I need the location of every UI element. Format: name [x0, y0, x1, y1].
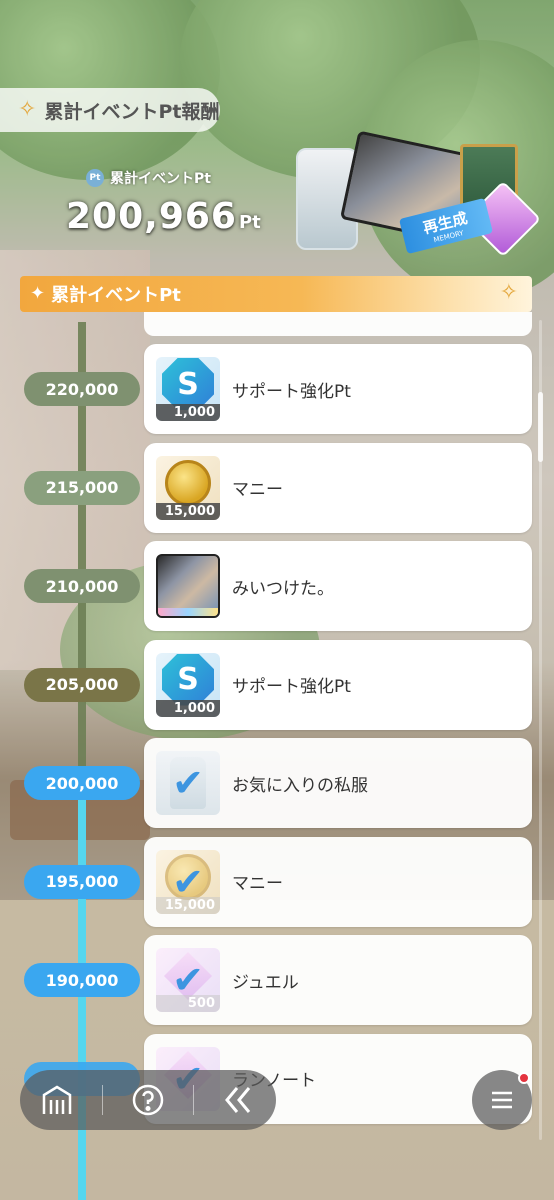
- reward-name: みいつけた。: [232, 578, 334, 599]
- checkmark-icon: ✔: [172, 761, 204, 805]
- support-pt-icon: S 1,000: [156, 357, 220, 421]
- coin-emblem: [165, 459, 211, 506]
- reward-card[interactable]: みいつけた。: [144, 541, 532, 631]
- points-label-row: Pt 累計イベントPt: [86, 168, 211, 188]
- milestone-badge: 195,000: [24, 864, 140, 899]
- quantity-label: 1,000: [156, 404, 220, 421]
- menu-icon: [492, 1091, 512, 1109]
- back-icon: [224, 1087, 250, 1113]
- memory-photo-icon: [156, 554, 220, 618]
- money-coin-icon: 15,000 ✔: [156, 849, 220, 914]
- points-total: 200,966 Pt: [66, 196, 261, 237]
- nav-divider: [192, 1085, 194, 1115]
- milestone-badge: 215,000: [24, 470, 140, 505]
- reward-row: 190,000 500 ✔ ジュエル: [0, 935, 554, 1025]
- points-unit: Pt: [238, 212, 261, 233]
- milestone-badge: 210,000: [24, 569, 140, 603]
- reward-row: 220,000 S 1,000 サポート強化Pt: [0, 344, 554, 434]
- reward-card[interactable]: S 1,000 サポート強化Pt: [144, 639, 532, 730]
- reward-row: 210,000 みいつけた。: [0, 541, 554, 631]
- reward-card[interactable]: 15,000 マニー: [144, 442, 532, 533]
- checkmark-icon: ✔: [172, 958, 204, 1002]
- reward-row: 205,000 S 1,000 サポート強化Pt: [0, 639, 554, 730]
- milestone-badge: 190,000: [24, 963, 140, 997]
- section-title: 累計イベントPt: [51, 285, 181, 306]
- quantity-label: 1,000: [156, 699, 220, 717]
- bottom-nav: [20, 1070, 276, 1130]
- quantity-label: 15,000: [156, 502, 220, 520]
- support-emblem: S: [162, 653, 214, 706]
- reward-name: サポート強化Pt: [232, 381, 351, 402]
- home-button[interactable]: [27, 1075, 87, 1125]
- event-reward-header: ✧ 累計イベントPt報酬: [0, 88, 220, 132]
- points-label: 累計イベントPt: [110, 171, 211, 187]
- sparkle-icon: ✦: [30, 283, 46, 304]
- milestone-badge: 205,000: [24, 667, 140, 702]
- reward-list[interactable]: 220,000 S 1,000 サポート強化Pt 215,000 15,000 マニー 210…: [0, 312, 554, 1200]
- reward-card[interactable]: 15,000 ✔ マニー: [144, 836, 532, 927]
- reward-row: 195,000 15,000 ✔ マニー: [0, 836, 554, 927]
- sparkle-icon: ✧: [499, 280, 518, 305]
- reward-preview-art: 再生成 MEMORY: [290, 130, 542, 260]
- reward-row: 200,000 ✔ お気に入りの私服: [0, 738, 554, 828]
- pt-icon: Pt: [86, 169, 104, 187]
- page-title: 累計イベントPt報酬: [44, 100, 220, 123]
- nav-divider: [102, 1085, 104, 1115]
- back-button[interactable]: [209, 1075, 269, 1125]
- jewel-icon: 500 ✔: [156, 948, 220, 1012]
- reward-name: お気に入りの私服: [232, 775, 368, 796]
- reward-card[interactable]: 500 ✔ ジュエル: [144, 935, 532, 1025]
- home-icon: [43, 1085, 72, 1114]
- photo-band: [158, 608, 218, 616]
- points-value: 200,966: [66, 196, 237, 237]
- reward-name: サポート強化Pt: [232, 677, 351, 697]
- notification-dot: [518, 1072, 530, 1084]
- money-coin-icon: 15,000: [156, 455, 220, 520]
- milestone-badge: 200,000: [24, 766, 140, 800]
- list-item-partial: [144, 312, 532, 336]
- help-button[interactable]: [118, 1075, 178, 1125]
- reward-name: ジュエル: [232, 972, 299, 993]
- help-icon: [132, 1084, 164, 1116]
- reward-name: マニー: [232, 480, 283, 500]
- reward-row: 215,000 15,000 マニー: [0, 442, 554, 533]
- section-header: ✦ 累計イベントPt ✧: [20, 276, 532, 312]
- reward-name: マニー: [232, 874, 283, 894]
- menu-button[interactable]: [472, 1070, 532, 1130]
- support-pt-icon: S 1,000: [156, 652, 220, 717]
- reward-card[interactable]: S 1,000 サポート強化Pt: [144, 344, 532, 434]
- support-emblem: S: [162, 358, 214, 410]
- reward-card[interactable]: ✔ お気に入りの私服: [144, 738, 532, 828]
- sparkle-icon: ✧: [18, 97, 37, 122]
- checkmark-icon: ✔: [172, 859, 204, 904]
- milestone-badge: 220,000: [24, 372, 140, 406]
- costume-icon: ✔: [156, 751, 220, 815]
